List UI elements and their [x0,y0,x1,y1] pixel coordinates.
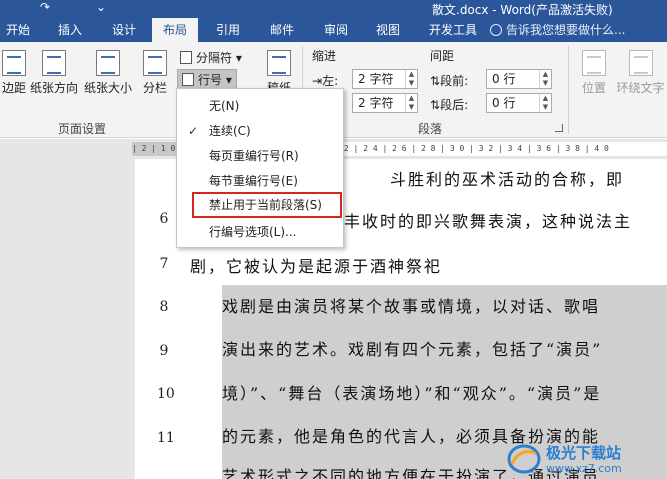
spacing-after-icon: ⇅ [430,98,441,112]
customize-qat-icon[interactable]: ⌄ [96,0,106,14]
spacing-after-input[interactable]: 0 行 ▲ ▼ [486,93,552,113]
size-button[interactable]: 纸张大小 [83,50,133,96]
lightbulb-icon [490,24,502,36]
line-number: 8 [159,299,169,315]
paragraph-group-label: 段落 [418,122,443,136]
indent-left-label: ⇥左: [312,74,339,88]
indent-header: 缩进 [312,49,337,63]
spin-arrows-icon[interactable]: ▲ ▼ [539,94,551,112]
line-number: 6 [159,211,169,227]
doc-line[interactable]: 剧，它被认为是起源于酒神祭祀 [190,253,442,277]
indent-left-input[interactable]: 2 字符 ▲ ▼ [352,69,418,89]
redo-icon[interactable]: ↷ [40,0,50,14]
menu-item-suppress-current-paragraph[interactable]: 禁止用于当前段落(S) [192,192,342,218]
spacing-before-icon: ⇅ [430,74,441,88]
spacing-after-label: ⇅段后: [430,98,469,112]
paragraph-dialog-launcher-icon[interactable] [555,124,563,132]
orientation-label: 纸张方向 [29,81,78,95]
indent-right-input[interactable]: 2 字符 ▲ ▼ [352,93,418,113]
line-numbers-label: 行号 [198,73,223,87]
watermark-url: www.xz7.com [546,462,622,475]
menu-item-restart-each-page[interactable]: 每页重编行号(R) [177,144,343,168]
line-numbers-menu: 无(N) ✓ 连续(C) 每页重编行号(R) 每节重编行号(E) 禁止用于当前段… [176,88,344,248]
line-number: 9 [159,343,169,359]
indent-left-icon: ⇥ [312,74,323,88]
breaks-button[interactable]: 分隔符 ▾ [180,48,242,68]
tab-mailings[interactable]: 邮件 [262,18,302,42]
spacing-header: 间距 [430,49,455,63]
position-label: 位置 [581,81,606,95]
doc-line-selected[interactable]: 戏剧是由演员将某个故事或情境，以对话、歌唱 [222,285,667,328]
menu-item-none[interactable]: 无(N) [177,94,343,118]
page-setup-group-label: 页面设置 [58,122,107,136]
paper-size-icon [96,50,120,76]
spacing-before-label: ⇅段前: [430,74,469,88]
line-numbers-button[interactable]: 行号 ▾ [177,69,237,89]
title-bar: ↷ ⌄ 散文.docx - Word(产品激活失败) [0,0,667,18]
tab-view[interactable]: 视图 [368,18,408,42]
line-number: 7 [159,256,169,272]
columns-label: 分栏 [142,81,167,95]
manuscript-icon [267,50,291,76]
menu-item-line-numbering-options[interactable]: 行编号选项(L)... [177,220,343,244]
watermark-name: 极光下载站 [546,444,622,462]
spin-arrows-icon[interactable]: ▲ ▼ [405,94,417,112]
columns-icon [143,50,167,76]
wrap-text-button[interactable]: 环绕文字 [614,50,667,96]
tell-me-text: 告诉我您想要做什么... [506,23,626,37]
tab-insert[interactable]: 插入 [50,18,90,42]
site-logo-icon [507,444,541,474]
spin-arrows-icon[interactable]: ▲ ▼ [405,70,417,88]
breaks-icon [180,51,192,64]
group-divider [568,46,569,134]
tab-design[interactable]: 设计 [104,18,144,42]
line-numbers-icon [182,73,194,86]
position-button[interactable]: 位置 [577,50,611,96]
columns-button[interactable]: 分栏 [140,50,170,96]
line-number: 11 [157,430,175,446]
tab-home[interactable]: 开始 [0,18,36,42]
wrap-text-label: 环绕文字 [616,81,665,95]
wrap-text-icon [628,50,653,76]
tell-me-search[interactable]: 告诉我您想要做什么... [490,18,625,42]
breaks-label: 分隔符 [196,51,233,65]
doc-line-selected[interactable]: 演出来的艺术。戏剧有四个元素，包括了“演员” [222,328,667,372]
size-label: 纸张大小 [83,81,132,95]
ribbon-tab-bar: 开始 插入 设计 布局 引用 邮件 审阅 视图 开发工具 告诉我您想要做什么..… [0,18,667,42]
doc-line[interactable]: 丰收时的即兴歌舞表演，这种说法主 [344,208,632,232]
menu-item-continuous[interactable]: ✓ 连续(C) [177,119,343,143]
tab-layout[interactable]: 布局 [152,18,198,42]
tab-references[interactable]: 引用 [208,18,248,42]
window-title: 散文.docx - Word(产品激活失败) [432,3,613,17]
check-icon: ✓ [188,124,199,138]
menu-item-restart-each-section[interactable]: 每节重编行号(E) [177,169,343,193]
orientation-button[interactable]: 纸张方向 [29,50,79,96]
margins-button[interactable]: 边距 [0,50,28,96]
spin-arrows-icon[interactable]: ▲ ▼ [539,70,551,88]
tab-developer[interactable]: 开发工具 [424,18,482,42]
margins-label: 边距 [1,81,26,95]
spacing-before-input[interactable]: 0 行 ▲ ▼ [486,69,552,89]
orientation-icon [42,50,66,76]
doc-line[interactable]: 斗胜利的巫术活动的合称，即 [390,166,624,190]
tab-review[interactable]: 审阅 [316,18,356,42]
line-number: 10 [157,386,175,402]
margins-icon [2,50,26,76]
watermark: 极光下载站 www.xz7.com [506,440,667,479]
doc-line-selected[interactable]: 境）”、“舞台（表演场地）”和“观众”。“演员”是 [222,372,667,415]
position-icon [582,50,606,76]
